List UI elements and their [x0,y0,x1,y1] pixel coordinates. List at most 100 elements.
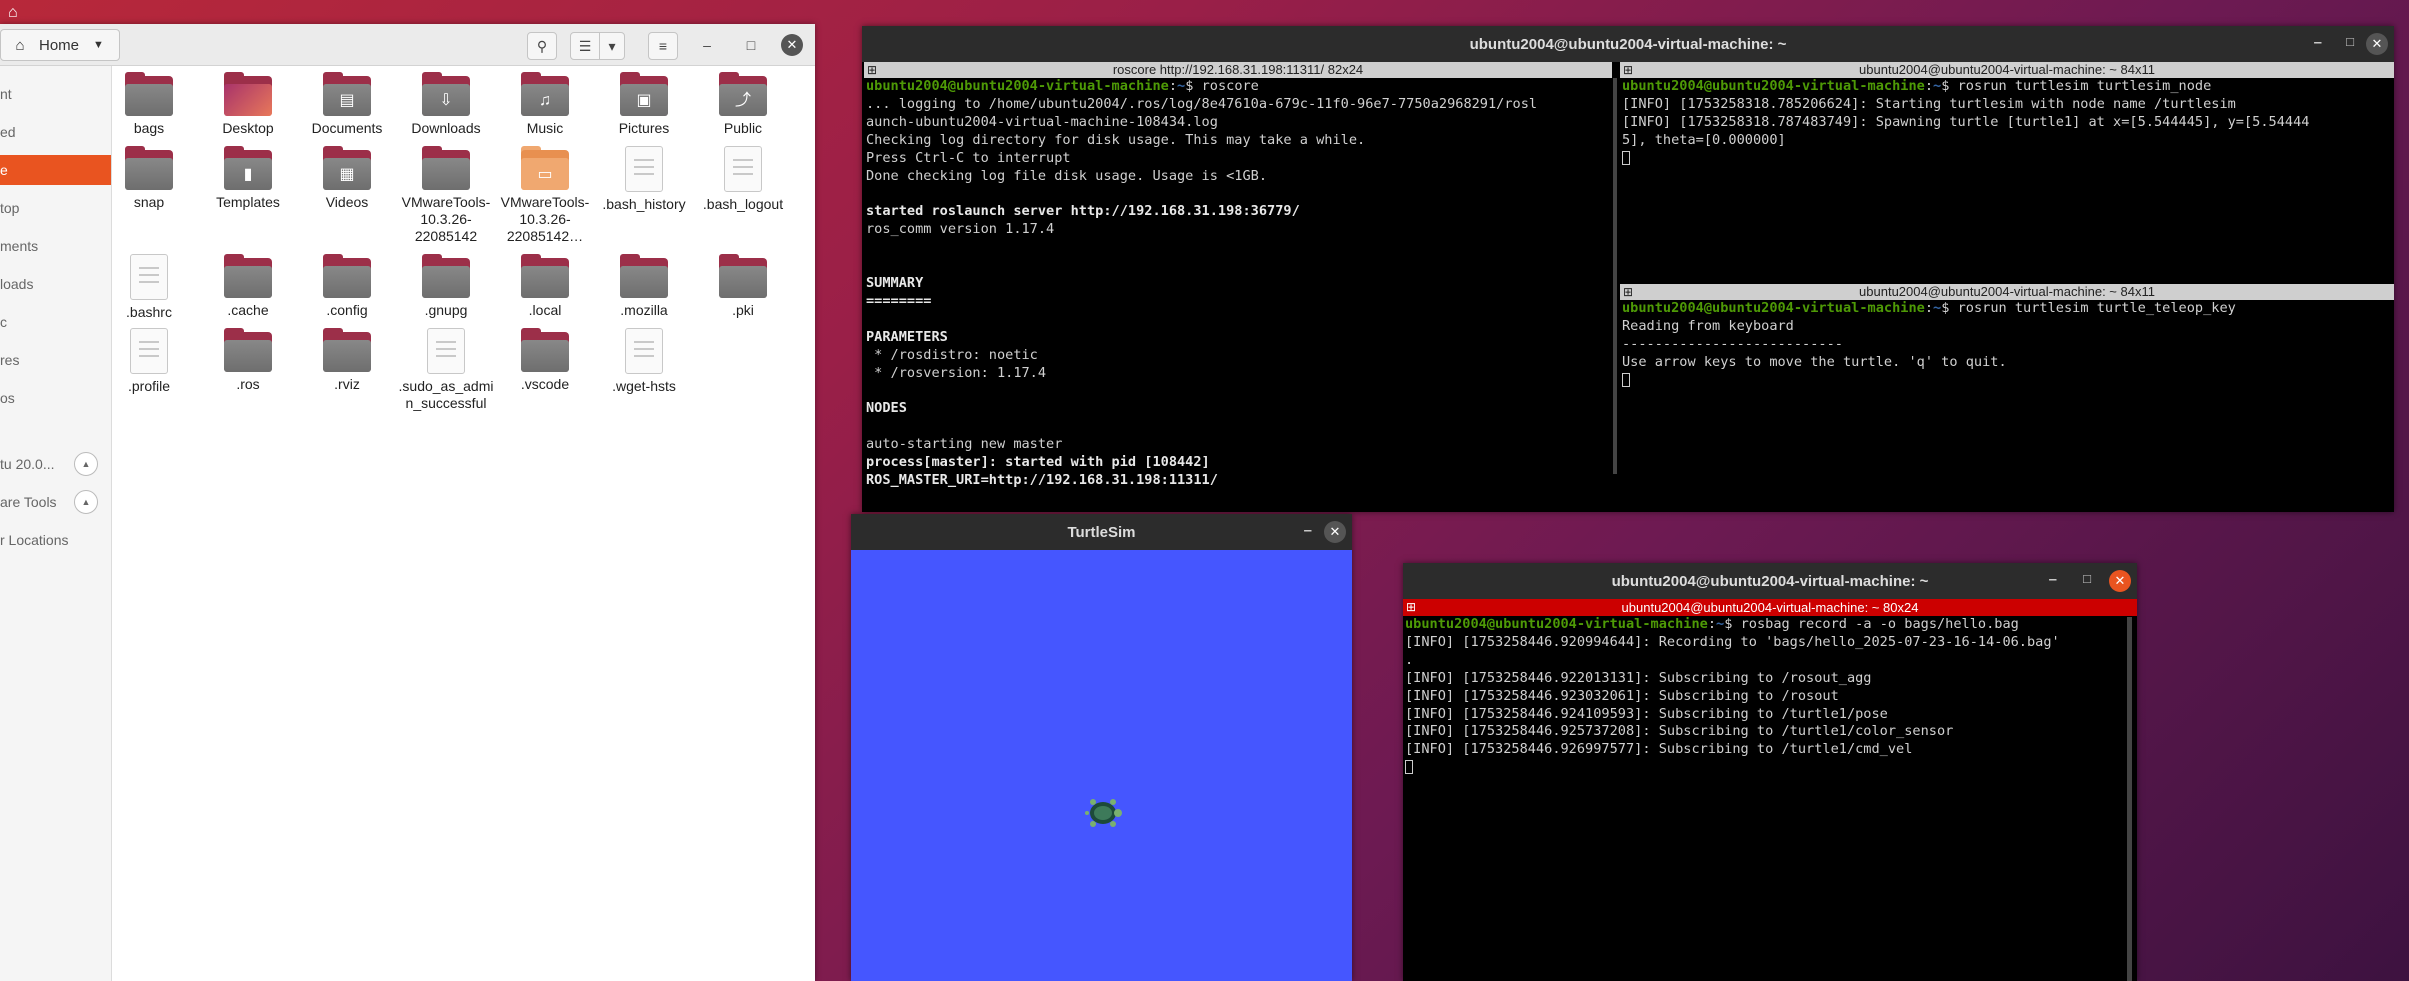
sidebar-item[interactable]: os [0,383,111,413]
rosbag-pane[interactable]: ⊞ ubuntu2004@ubuntu2004-virtual-machine: … [1403,599,2137,981]
menu-button[interactable]: ≡ [648,32,678,60]
path-label: Home [39,36,80,54]
sidebar-item[interactable]: top [0,193,111,223]
sidebar-item[interactable]: ed [0,117,111,147]
home-icon: ⌂ [8,4,18,21]
terminal-line: SUMMARY [866,274,924,291]
file-icon [625,146,663,192]
pane-title-bar: ⊞ ubuntu2004@ubuntu2004-virtual-machine: … [1620,62,2394,78]
pane-title: ubuntu2004@ubuntu2004-virtual-machine: ~… [1621,600,1919,615]
file-item[interactable]: .mozilla [594,254,694,319]
file-name: .profile [127,378,171,394]
file-item[interactable]: .vscode [495,328,595,393]
list-view-icon: ☰ [578,37,592,54]
sidebar-item[interactable]: c [0,307,111,337]
command-text: rosrun turtlesim turtlesim_node [1957,78,2212,94]
window-title: TurtleSim [1067,523,1136,541]
terminal-output: ubuntu2004@ubuntu2004-virtual-machine:~$… [1620,300,2394,390]
file-item[interactable]: .rviz [297,328,397,393]
close-button[interactable]: ✕ [2366,33,2388,55]
file-item[interactable]: .bash_history [594,146,694,213]
file-item[interactable]: .bashrc [99,254,199,321]
file-item[interactable]: .sudo_as_admin_successful [396,328,496,412]
sidebar-item[interactable]: r Locations [0,525,111,555]
maximize-button[interactable]: □ [2083,571,2091,586]
prompt-path: ~ [1177,78,1186,94]
file-item[interactable]: ▣ Pictures [594,72,694,137]
terminal-line: Use arrow keys to move the turtle. 'q' t… [1622,353,2007,370]
file-item[interactable]: .pki [693,254,793,319]
prompt-path: ~ [1716,616,1725,632]
scrollbar[interactable] [1613,78,1617,474]
command-text: roscore [1201,78,1259,94]
terminal-output: ubuntu2004@ubuntu2004-virtual-machine:~$… [864,78,1612,490]
turtle-icon [1085,799,1122,827]
maximize-button[interactable]: □ [2346,34,2354,49]
files-window: ⌂ Home ▼ ⚲ ☰ ▾ ≡ – □ ✕ nt ed e top ments load… [0,24,815,981]
sidebar-item[interactable]: loads [0,269,111,299]
close-button[interactable]: ✕ [781,34,803,56]
file-item[interactable]: .ros [198,328,298,393]
file-name: .cache [227,302,269,318]
file-name: VMwareTools-10.3.26-22085142 [401,194,491,244]
terminal-cursor [1405,759,2137,777]
hamburger-menu-icon: ≡ [658,38,668,54]
folder-icon [323,328,371,372]
teleop-pane[interactable]: ⊞ ubuntu2004@ubuntu2004-virtual-machine: … [1620,284,2394,512]
file-item[interactable]: ▮ Templates [198,146,298,211]
file-item[interactable]: bags [99,72,199,137]
minimize-button[interactable]: – [2049,571,2057,588]
maximize-button[interactable]: □ [740,34,762,56]
eject-icon[interactable]: ▲ [74,452,98,476]
minimize-button[interactable]: – [2314,34,2322,51]
terminal-line: --------------------------- [1622,335,1843,352]
file-name: Documents [311,120,383,136]
terminal-line: Done checking log file disk usage. Usage… [866,167,1268,184]
file-item[interactable]: ▤ Documents [297,72,397,137]
prompt-line: ubuntu2004@ubuntu2004-virtual-machine:~$… [1405,616,2019,632]
file-item[interactable]: ⇩ Downloads [396,72,496,137]
roscore-pane[interactable]: ⊞ roscore http://192.168.31.198:11311/ 82… [864,62,1612,512]
file-item[interactable]: .bash_logout [693,146,793,213]
eject-icon[interactable]: ▲ [74,490,98,514]
close-button[interactable]: ✕ [2109,570,2131,592]
file-name: .ros [236,376,260,392]
file-item[interactable]: Desktop [198,72,298,137]
minimize-button[interactable]: – [1304,522,1312,539]
file-item[interactable]: snap [99,146,199,211]
terminal-cursor [1622,372,2394,390]
folder-icon [620,254,668,298]
file-item[interactable]: .cache [198,254,298,319]
sidebar-item[interactable]: nt [0,79,111,109]
file-item[interactable]: VMwareTools-10.3.26-22085142 [396,146,496,245]
close-button[interactable]: ✕ [1324,521,1346,543]
file-item[interactable]: ⤴ Public [693,72,793,137]
file-item[interactable]: ▦ Videos [297,146,397,211]
file-item[interactable]: ♫ Music [495,72,595,137]
prompt-user: ubuntu2004@ubuntu2004-virtual-machine [866,78,1169,94]
file-name: .pki [732,302,754,318]
scrollbar[interactable] [2127,617,2132,981]
terminal-line: ======== [866,292,932,309]
view-list-button[interactable]: ☰ [570,32,600,60]
file-item[interactable]: .local [495,254,595,319]
path-bar-home-button[interactable]: ⌂ Home ▼ [0,29,120,61]
sidebar-item[interactable]: e [0,155,111,185]
file-item[interactable]: .config [297,254,397,319]
file-item[interactable]: .profile [99,328,199,395]
view-options-button[interactable]: ▾ [599,32,625,60]
search-button[interactable]: ⚲ [527,32,557,60]
file-item[interactable]: ▭ VMwareTools-10.3.26-22085142… [495,146,595,245]
sidebar-item[interactable]: ments [0,231,111,261]
window-title-bar: ubuntu2004@ubuntu2004-virtual-machine: ~… [1403,563,2137,599]
minimize-button[interactable]: – [696,34,718,56]
turtlesim-node-pane[interactable]: ⊞ ubuntu2004@ubuntu2004-virtual-machine: … [1620,62,2394,308]
file-name: Videos [325,194,369,210]
file-name: Public [723,120,763,136]
archive-icon: ▭ [521,146,569,190]
prompt-line: ubuntu2004@ubuntu2004-virtual-machine:~$… [1622,300,2236,316]
sidebar-item[interactable]: res [0,345,111,375]
file-item[interactable]: .wget-hsts [594,328,694,395]
file-item[interactable]: .gnupg [396,254,496,319]
